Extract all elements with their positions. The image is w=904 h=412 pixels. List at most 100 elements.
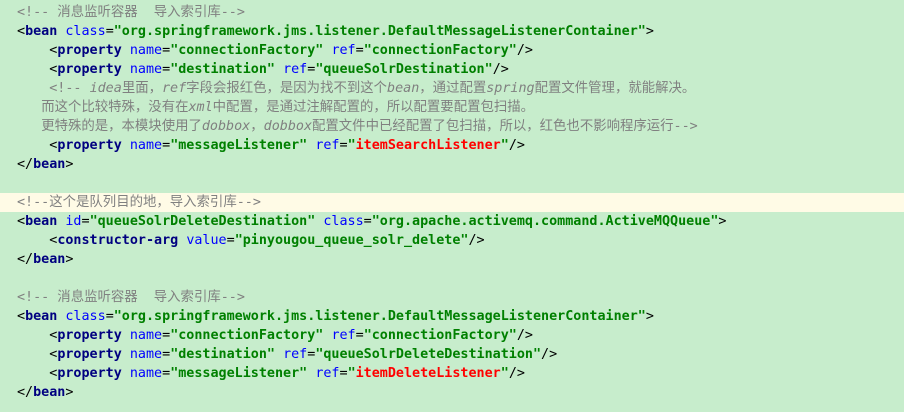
xml-tag-name: bean bbox=[33, 252, 66, 267]
xml-attribute-name: ref bbox=[315, 366, 340, 381]
xml-attribute-name: class bbox=[323, 214, 364, 229]
xml-tag-name: property bbox=[57, 328, 122, 343]
code-line[interactable]: <bean class="org.springframework.jms.lis… bbox=[0, 22, 904, 41]
xml-punctuation: > bbox=[65, 385, 74, 400]
xml-punctuation bbox=[275, 62, 283, 77]
xml-tag-name: bean bbox=[33, 157, 66, 172]
xml-tag-name: bean bbox=[25, 214, 58, 229]
xml-punctuation: < bbox=[17, 309, 26, 324]
xml-attribute-name: class bbox=[65, 309, 106, 324]
xml-punctuation: = bbox=[339, 366, 348, 381]
xml-punctuation bbox=[122, 138, 130, 153]
code-line[interactable]: <property name="connectionFactory" ref="… bbox=[0, 326, 904, 345]
xml-punctuation: = bbox=[162, 366, 171, 381]
xml-attribute-name: ref bbox=[283, 347, 308, 362]
xml-comment-italic: dobbox bbox=[263, 119, 313, 134]
code-editor[interactable]: <!-- 消息监听容器 导入索引库--> <bean class="org.spr… bbox=[0, 3, 904, 402]
xml-attribute-name: name bbox=[129, 366, 163, 381]
xml-attribute-value: "connectionFactory" bbox=[170, 43, 324, 58]
xml-tag-name: bean bbox=[33, 385, 66, 400]
code-line[interactable]: <!-- idea里面，ref字段会报红色，是因为找不到这个bean，通过配置s… bbox=[0, 79, 904, 98]
xml-attribute-value: "connectionFactory" bbox=[363, 328, 517, 343]
xml-punctuation bbox=[275, 347, 283, 362]
xml-comment: 配置文件管理，就能解决。 bbox=[534, 81, 696, 96]
xml-punctuation: </ bbox=[17, 385, 34, 400]
code-line[interactable]: 更特殊的是，本模块使用了dobbox，dobbox配置文件中已经配置了包扫描，所… bbox=[0, 117, 904, 136]
xml-punctuation: /> bbox=[541, 347, 558, 362]
xml-punctuation bbox=[122, 328, 130, 343]
xml-attribute-value: "connectionFactory" bbox=[363, 43, 517, 58]
xml-attribute-value: "queueSolrDeleteDestination" bbox=[315, 347, 542, 362]
code-line[interactable]: </bean> bbox=[0, 250, 904, 269]
xml-tag-name: property bbox=[57, 347, 122, 362]
xml-attribute-value: "messageListener" bbox=[170, 366, 308, 381]
xml-attribute-name: ref bbox=[283, 62, 308, 77]
xml-tag-name: property bbox=[57, 62, 122, 77]
xml-punctuation: = bbox=[226, 233, 235, 248]
xml-attribute-name: name bbox=[129, 62, 163, 77]
code-line[interactable]: <property name="messageListener" ref="it… bbox=[0, 136, 904, 155]
xml-tag-name: property bbox=[57, 366, 122, 381]
xml-attribute-name: ref bbox=[331, 328, 356, 343]
xml-attribute-value: "destination" bbox=[170, 347, 275, 362]
xml-attribute-name: ref bbox=[331, 43, 356, 58]
xml-tag-name: constructor-arg bbox=[57, 233, 179, 248]
xml-comment-italic: bean bbox=[387, 81, 420, 96]
xml-attribute-value: " bbox=[347, 138, 356, 153]
xml-comment: <!-- 消息监听容器 导入索引库--> bbox=[17, 290, 245, 305]
xml-punctuation: > bbox=[65, 252, 74, 267]
xml-comment-italic: idea bbox=[89, 81, 122, 96]
code-line[interactable]: <property name="messageListener" ref="it… bbox=[0, 364, 904, 383]
code-line[interactable]: <!-- 消息监听容器 导入索引库--> bbox=[0, 288, 904, 307]
code-line[interactable] bbox=[0, 269, 904, 288]
unresolved-reference: itemSearchListener bbox=[355, 138, 501, 153]
xml-attribute-value: " bbox=[500, 138, 509, 153]
xml-comment: 配置文件中已经配置了包扫描，所以，红色也不影响程序运行--> bbox=[312, 119, 698, 134]
code-line[interactable]: <bean id="queueSolrDeleteDestination" cl… bbox=[0, 212, 904, 231]
xml-comment-italic: dobbox bbox=[201, 119, 251, 134]
xml-punctuation: = bbox=[363, 214, 372, 229]
code-line[interactable]: </bean> bbox=[0, 383, 904, 402]
xml-attribute-value: "messageListener" bbox=[170, 138, 308, 153]
xml-comment: 字段会报红色，是因为找不到这个 bbox=[186, 81, 388, 96]
code-line[interactable]: <!-- 消息监听容器 导入索引库--> bbox=[0, 3, 904, 22]
xml-punctuation: </ bbox=[17, 252, 34, 267]
xml-comment: 更特殊的是，本模块使用了 bbox=[41, 119, 202, 134]
xml-attribute-value: "queueSolrDeleteDestination" bbox=[89, 214, 316, 229]
xml-punctuation: = bbox=[162, 347, 171, 362]
code-line-current[interactable]: <!--这个是队列目的地，导入索引库--> bbox=[0, 193, 904, 212]
xml-tag-name: bean bbox=[25, 24, 58, 39]
xml-punctuation: > bbox=[65, 157, 74, 172]
code-line[interactable]: <property name="destination" ref="queueS… bbox=[0, 60, 904, 79]
xml-attribute-value: "org.springframework.jms.listener.Defaul… bbox=[113, 309, 646, 324]
xml-punctuation: > bbox=[645, 309, 654, 324]
xml-comment: 而这个比较特殊，没有在 bbox=[41, 100, 189, 115]
xml-attribute-name: name bbox=[129, 347, 163, 362]
code-line[interactable]: <property name="connectionFactory" ref="… bbox=[0, 41, 904, 60]
xml-punctuation bbox=[122, 62, 130, 77]
xml-attribute-name: name bbox=[129, 43, 163, 58]
code-line[interactable]: </bean> bbox=[0, 155, 904, 174]
code-line[interactable] bbox=[0, 174, 904, 193]
xml-punctuation: /> bbox=[492, 62, 509, 77]
xml-punctuation: = bbox=[81, 214, 90, 229]
xml-attribute-name: name bbox=[129, 328, 163, 343]
xml-tag-name: property bbox=[57, 43, 122, 58]
code-line[interactable]: 而这个比较特殊，没有在xml中配置，是通过注解配置的，所以配置要配置包扫描。 bbox=[0, 98, 904, 117]
xml-attribute-name: name bbox=[129, 138, 163, 153]
xml-punctuation: /> bbox=[508, 366, 525, 381]
code-line[interactable]: <bean class="org.springframework.jms.lis… bbox=[0, 307, 904, 326]
xml-comment-italic: xml bbox=[188, 100, 213, 115]
code-line[interactable]: <property name="destination" ref="queueS… bbox=[0, 345, 904, 364]
xml-punctuation: = bbox=[105, 309, 114, 324]
code-line[interactable]: <constructor-arg value="pinyougou_queue_… bbox=[0, 231, 904, 250]
xml-attribute-value: " bbox=[500, 366, 509, 381]
